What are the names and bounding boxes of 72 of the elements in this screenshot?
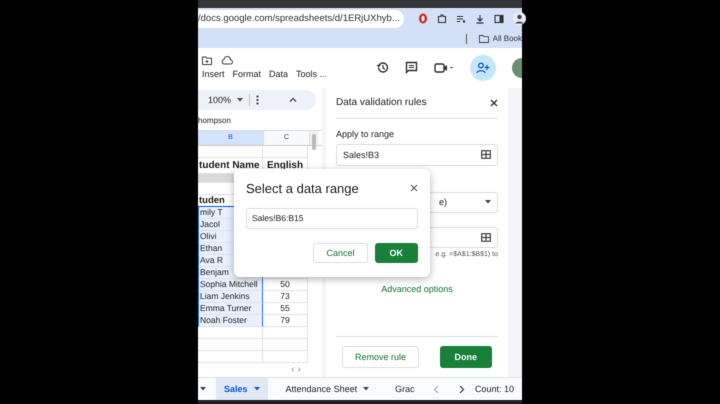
caret-icon[interactable] [254, 387, 260, 392]
empty-cell [198, 338, 263, 351]
puzzle-icon[interactable] [437, 14, 447, 24]
table-cell: tudent Name [199, 160, 260, 171]
dialog-title: Select a data range [246, 180, 359, 196]
sheet-tab[interactable]: Sales [216, 378, 268, 400]
table-cell: Emma Turner [200, 303, 252, 314]
menu-item[interactable]: Tools ... [296, 69, 328, 80]
close-icon[interactable] [490, 98, 498, 107]
scrollbar-thumb[interactable] [312, 134, 316, 150]
table-cell: Liam Jenkins [200, 291, 250, 302]
table-cell: Jacol [200, 219, 220, 230]
table-cell: Noah Foster [200, 315, 247, 326]
caret-icon[interactable] [200, 387, 206, 392]
download-icon[interactable] [475, 14, 485, 24]
table-cell: 79 [280, 315, 290, 326]
add-person-icon [476, 62, 490, 74]
history-icon[interactable] [376, 61, 389, 74]
empty-cell [198, 350, 263, 363]
empty-cell [263, 338, 308, 351]
field-label: Apply to range [336, 128, 396, 141]
grid-icon [481, 150, 491, 160]
empty-cell [198, 326, 263, 339]
grid-icon [481, 232, 491, 242]
table-cell: 55 [280, 303, 290, 314]
table-cell: mily T [200, 207, 223, 218]
bookmarks-folder[interactable]: All Book [492, 34, 522, 44]
empty-cell [263, 350, 308, 363]
table-cell: 73 [280, 291, 290, 302]
chevron-right-icon[interactable] [458, 384, 465, 394]
cell-content: hompson [198, 116, 231, 126]
caret-icon [485, 200, 491, 204]
panel-title: Data validation rules [336, 97, 427, 108]
menu-item[interactable]: Insert [202, 69, 225, 80]
more-icon[interactable] [256, 94, 260, 105]
extension-icon[interactable] [418, 13, 428, 24]
scroll-arrows-icon[interactable] [290, 367, 302, 372]
cloud-icon[interactable] [221, 56, 233, 66]
share-button[interactable] [470, 54, 496, 81]
caret-icon[interactable] [363, 387, 370, 392]
side-panel-icon[interactable] [494, 14, 504, 24]
address-bar[interactable]: /docs.google.com/spreadsheets/d/1ERjUXhyb... [198, 10, 404, 28]
video-camera-icon[interactable] [434, 62, 454, 74]
table-cell: Ava R [200, 255, 223, 266]
menu-item[interactable]: Data [269, 69, 288, 80]
remove-rule-button[interactable]: Remove rule [342, 346, 420, 368]
avatar-icon[interactable] [513, 12, 526, 26]
folder-icon [478, 34, 489, 43]
table-cell: 50 [280, 279, 290, 290]
range-input[interactable]: Sales!B6:B15 [246, 208, 418, 229]
ok-button[interactable]: OK [374, 242, 418, 263]
table-cell: Sophia Mitchell [200, 279, 258, 290]
done-button[interactable]: Done [440, 346, 492, 368]
selection-count[interactable]: Count: 10 [474, 384, 514, 394]
table-cell: Ethan [200, 243, 222, 254]
close-icon[interactable] [410, 184, 418, 192]
comment-icon[interactable] [405, 61, 418, 74]
zoom-select[interactable]: 100% [208, 94, 232, 105]
menu-item[interactable]: Format [232, 69, 262, 80]
collapse-icon[interactable] [289, 97, 298, 102]
folder-icon[interactable] [202, 56, 212, 66]
cancel-button[interactable]: Cancel [313, 242, 368, 263]
sheet-tab[interactable]: Attendance Sheet [278, 378, 378, 400]
range-field[interactable]: Sales!B3 [336, 144, 498, 166]
table-cell: Benjam [200, 267, 229, 278]
media-icon[interactable] [456, 14, 466, 24]
advanced-options-link[interactable]: Advanced options [381, 284, 453, 294]
sheet-tab[interactable]: Grac [387, 378, 423, 400]
table-cell: English [266, 160, 304, 171]
caret-icon[interactable] [237, 98, 244, 102]
table-cell: Olivi [200, 231, 217, 242]
table-cell: tuden [199, 194, 225, 206]
